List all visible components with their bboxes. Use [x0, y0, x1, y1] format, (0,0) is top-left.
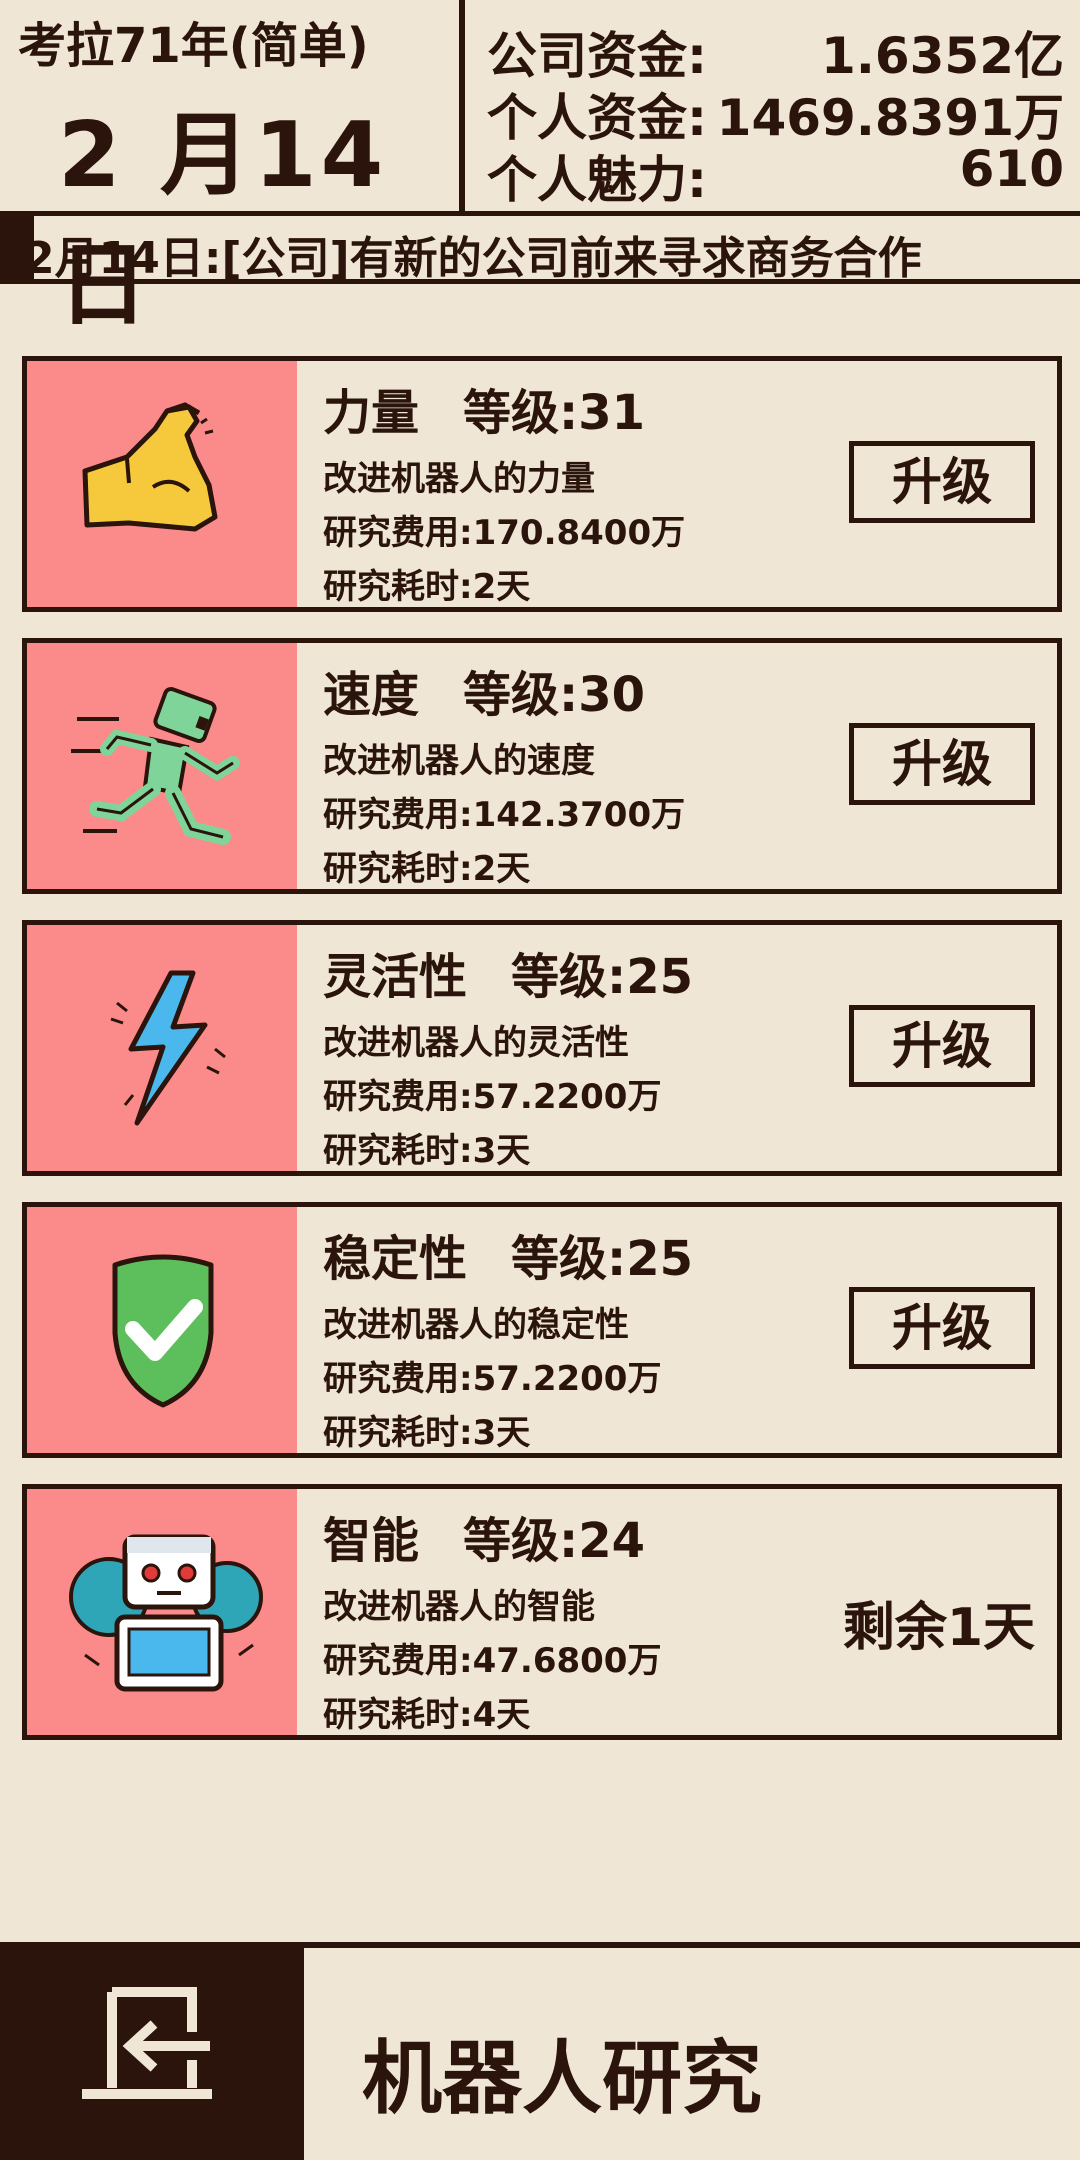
ticker-text: 2月14日:[公司]有新的公司前来寻求商务合作	[24, 233, 922, 284]
upgrade-button-speed[interactable]: 升级	[849, 723, 1035, 805]
card-cost: 研究费用:57.2200万	[323, 1359, 662, 1399]
card-name: 稳定性	[323, 1231, 468, 1287]
card-time: 研究耗时:2天	[323, 849, 531, 889]
charm-value: 610	[959, 140, 1064, 198]
card-time: 研究耗时:2天	[323, 567, 531, 607]
card-name: 力量	[323, 385, 420, 441]
card-icon-panel	[27, 361, 297, 607]
card-cost: 研究费用:142.3700万	[323, 795, 686, 835]
shield-check-icon	[112, 1254, 214, 1408]
card-description: 改进机器人的灵活性	[323, 1023, 629, 1063]
card-level: 等级:31	[463, 385, 646, 441]
charm-label: 个人魅力:	[487, 151, 707, 209]
card-title: 稳定性 等级:25	[323, 1219, 693, 1289]
card-icon-panel	[27, 925, 297, 1171]
news-ticker: 2月14日:[公司]有新的公司前来寻求商务合作	[0, 216, 1080, 284]
card-title: 速度 等级:30	[323, 655, 645, 725]
current-date: 2 月14 日	[58, 103, 388, 338]
muscle-arm-icon	[82, 402, 218, 532]
card-level: 等级:30	[463, 667, 646, 723]
card-title: 灵活性 等级:25	[323, 937, 693, 1007]
date-panel: 考拉71年(简单) 2 月14 日	[0, 0, 465, 338]
card-cost: 研究费用:47.6800万	[323, 1641, 662, 1681]
lightning-icon	[110, 970, 226, 1126]
card-level: 等级:25	[511, 949, 694, 1005]
card-description: 改进机器人的速度	[323, 741, 595, 781]
card-description: 改进机器人的力量	[323, 459, 595, 499]
card-time: 研究耗时:3天	[323, 1413, 531, 1453]
exit-button[interactable]	[0, 1948, 304, 2160]
funds-panel: 公司资金: 1.6352亿 个人资金: 1469.8391万 个人魅力: 610	[465, 0, 1080, 216]
card-cost: 研究费用:170.8400万	[323, 513, 686, 553]
page-title: 机器人研究	[362, 2032, 762, 2125]
research-card-flexibility: 灵活性 等级:25 改进机器人的灵活性 研究费用:57.2200万 研究耗时:3天…	[22, 920, 1062, 1176]
card-icon-panel	[27, 643, 297, 889]
research-card-speed: 速度 等级:30 改进机器人的速度 研究费用:142.3700万 研究耗时:2天 …	[22, 638, 1062, 894]
card-icon-panel	[27, 1489, 297, 1735]
card-title: 力量 等级:31	[323, 373, 645, 443]
research-card-intelligence: 智能 等级:24 改进机器人的智能 研究费用:47.6800万 研究耗时:4天 剩…	[22, 1484, 1062, 1740]
card-cost: 研究费用:57.2200万	[323, 1077, 662, 1117]
charm-row: 个人魅力: 610	[487, 140, 1064, 212]
card-level: 等级:25	[511, 1231, 694, 1287]
card-icon-panel	[27, 1207, 297, 1453]
card-time: 研究耗时:4天	[323, 1695, 531, 1735]
running-robot-icon	[71, 687, 240, 845]
robot-gear-icon	[69, 1534, 263, 1692]
research-card-stability: 稳定性 等级:25 改进机器人的稳定性 研究费用:57.2200万 研究耗时:3天…	[22, 1202, 1062, 1458]
card-title: 智能 等级:24	[323, 1501, 645, 1571]
upgrade-button-strength[interactable]: 升级	[849, 441, 1035, 523]
remaining-time: 剩余1天	[842, 1598, 1035, 1658]
research-card-strength: 力量 等级:31 改进机器人的力量 研究费用:170.8400万 研究耗时:2天 …	[22, 356, 1062, 612]
bottom-bar: 机器人研究	[0, 1942, 1080, 2160]
card-description: 改进机器人的智能	[323, 1587, 595, 1627]
upgrade-button-flexibility[interactable]: 升级	[849, 1005, 1035, 1087]
card-name: 智能	[323, 1513, 420, 1569]
card-level: 等级:24	[463, 1513, 646, 1569]
card-name: 灵活性	[323, 949, 468, 1005]
card-name: 速度	[323, 667, 420, 723]
upgrade-button-stability[interactable]: 升级	[849, 1287, 1035, 1369]
card-description: 改进机器人的稳定性	[323, 1305, 629, 1345]
card-time: 研究耗时:3天	[323, 1131, 531, 1171]
year-label: 考拉71年(简单)	[18, 18, 369, 74]
exit-door-icon	[82, 1987, 212, 2099]
